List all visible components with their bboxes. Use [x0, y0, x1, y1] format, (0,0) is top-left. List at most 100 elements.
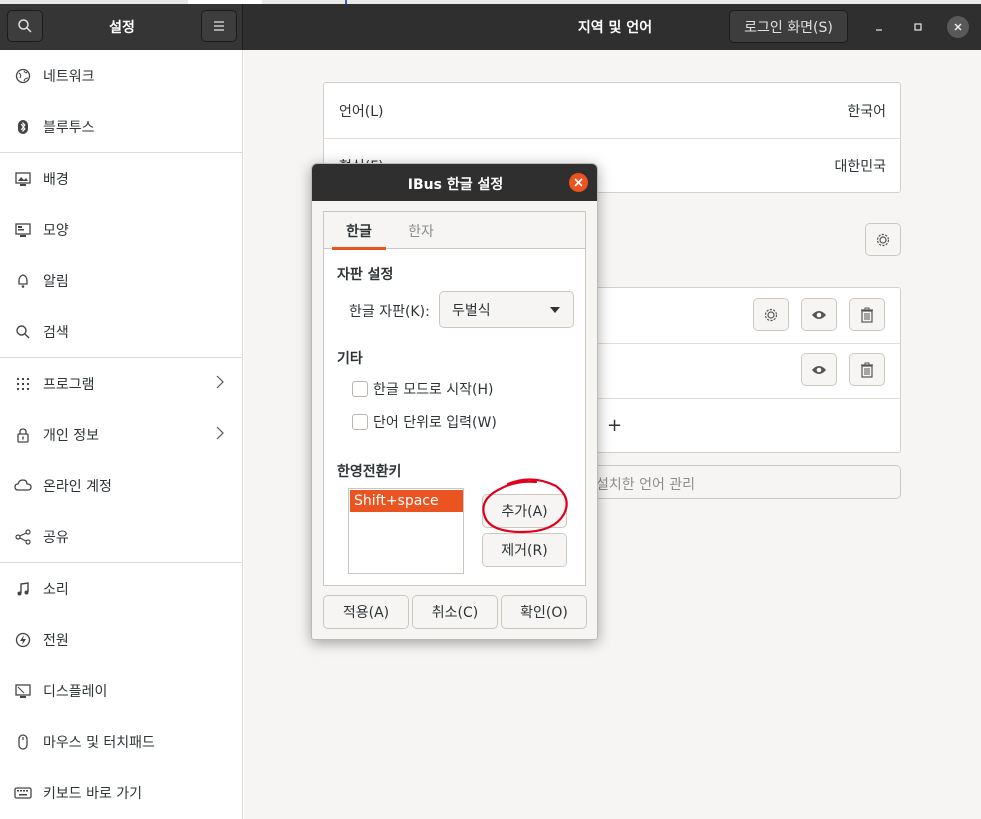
sidebar-item-mouse-touchpad[interactable]: 마우스 및 터치패드	[0, 716, 243, 767]
sidebar-item-notifications[interactable]: 알림	[0, 255, 243, 306]
trash-icon	[861, 362, 873, 378]
sidebar-item-label: 디스플레이	[43, 683, 108, 700]
toggle-key-list[interactable]: Shift+space	[348, 488, 464, 574]
tab-hangul[interactable]: 한글	[332, 212, 386, 250]
sidebar-item-bluetooth[interactable]: 블루투스	[0, 101, 243, 152]
dropdown-arrow-icon	[550, 307, 560, 313]
add-icon: +	[607, 415, 623, 436]
ok-button[interactable]: 확인(O)	[501, 595, 587, 629]
sidebar-item-privacy[interactable]: 개인 정보	[0, 409, 243, 460]
gear-icon	[876, 233, 890, 246]
background-icon	[14, 170, 32, 188]
sidebar-item-sound[interactable]: 소리	[0, 563, 243, 614]
remove-input-source-button[interactable]	[849, 353, 885, 386]
trash-icon	[861, 307, 873, 323]
start-hangul-mode-checkbox-row[interactable]: 한글 모드로 시작(H)	[352, 379, 494, 399]
share-icon	[14, 528, 32, 546]
cloud-icon	[14, 477, 32, 495]
display-icon	[14, 682, 32, 700]
etc-section-title: 기타	[337, 351, 363, 367]
language-label: 언어(L)	[339, 103, 384, 120]
sidebar-item-appearance[interactable]: 모양	[0, 204, 243, 255]
toggle-key-item-selected[interactable]: Shift+space	[350, 490, 463, 512]
maximize-icon	[914, 23, 922, 31]
power-icon	[14, 631, 32, 649]
sidebar-item-label: 네트워크	[43, 68, 95, 85]
search-icon	[18, 19, 32, 33]
sidebar-item-network[interactable]: 네트워크	[0, 50, 243, 101]
sidebar-item-label: 개인 정보	[43, 427, 99, 444]
dialog-title: IBus 한글 설정	[407, 177, 504, 193]
chevron-right-icon	[216, 375, 224, 393]
tab-hanja[interactable]: 한자	[394, 212, 448, 249]
word-unit-input-checkbox-row[interactable]: 단어 단위로 입력(W)	[352, 412, 497, 432]
music-note-icon	[14, 580, 32, 598]
sidebar-title: 설정	[109, 20, 135, 36]
keyboard-layout-section-title: 자판 설정	[337, 267, 394, 283]
sidebar-item-power[interactable]: 전원	[0, 614, 243, 665]
menu-button[interactable]	[201, 10, 237, 42]
apps-grid-icon	[14, 375, 32, 393]
close-window-button[interactable]	[947, 16, 969, 38]
preview-layout-button[interactable]	[801, 353, 837, 386]
lock-icon	[14, 426, 32, 444]
sidebar-item-search[interactable]: 검색	[0, 306, 243, 357]
page-title: 지역 및 언어	[577, 20, 653, 36]
sidebar-item-label: 마우스 및 터치패드	[43, 734, 155, 751]
search-button[interactable]	[7, 10, 43, 42]
sidebar-item-label: 검색	[43, 324, 69, 341]
apply-button[interactable]: 적용(A)	[323, 595, 409, 629]
bluetooth-icon	[14, 118, 32, 136]
network-icon	[14, 67, 32, 85]
word-unit-input-label: 단어 단위로 입력(W)	[373, 415, 497, 431]
input-source-settings-button[interactable]	[753, 298, 789, 331]
hangul-layout-label: 한글 자판(K):	[349, 304, 430, 320]
header-bar: 설정 지역 및 언어 로그인 화면(S)	[0, 4, 981, 50]
sidebar-item-displays[interactable]: 디스플레이	[0, 665, 243, 716]
sidebar-item-label: 전원	[43, 632, 69, 649]
sidebar-header: 설정	[0, 4, 243, 50]
sidebar-item-applications[interactable]: 프로그램	[0, 358, 243, 409]
add-toggle-key-button[interactable]: 추가(A)	[482, 494, 567, 528]
sidebar-item-label: 프로그램	[43, 376, 95, 393]
tab-bar: 한글 한자	[324, 212, 585, 250]
hangul-layout-combobox[interactable]: 두벌식	[439, 291, 574, 328]
appearance-icon	[14, 221, 32, 239]
preview-layout-button[interactable]	[801, 298, 837, 331]
settings-sidebar: 네트워크 블루투스 배경 모양 알림 검색 프로그램 개인 정보 온라인 계정 …	[0, 50, 243, 819]
sidebar-item-sharing[interactable]: 공유	[0, 511, 243, 562]
ibus-hangul-settings-dialog: IBus 한글 설정 한글 한자 자판 설정 한글 자판(K): 두벌식 기타 …	[311, 163, 598, 640]
start-hangul-mode-checkbox[interactable]	[352, 381, 368, 397]
remove-input-source-button[interactable]	[849, 298, 885, 331]
formats-value: 대한민국	[834, 158, 886, 175]
language-value: 한국어	[847, 103, 886, 120]
toggle-key-section-title: 한영전환키	[337, 464, 402, 480]
sidebar-item-label: 블루투스	[43, 119, 95, 136]
maximize-button[interactable]	[907, 16, 929, 38]
cancel-button[interactable]: 취소(C)	[412, 595, 498, 629]
input-source-options-button[interactable]	[865, 223, 901, 256]
mouse-icon	[14, 733, 32, 751]
word-unit-input-checkbox[interactable]	[352, 414, 368, 430]
start-hangul-mode-label: 한글 모드로 시작(H)	[373, 382, 494, 398]
dialog-close-button[interactable]	[569, 173, 588, 192]
eye-icon	[812, 310, 826, 319]
login-screen-button[interactable]: 로그인 화면(S)	[729, 10, 848, 43]
chevron-right-icon	[216, 426, 224, 444]
sidebar-item-label: 배경	[43, 171, 69, 188]
sidebar-item-label: 알림	[43, 273, 69, 290]
sidebar-item-background[interactable]: 배경	[0, 153, 243, 204]
sidebar-item-label: 소리	[43, 581, 69, 598]
eye-icon	[812, 365, 826, 374]
remove-toggle-key-button[interactable]: 제거(R)	[482, 533, 567, 567]
sidebar-item-online-accounts[interactable]: 온라인 계정	[0, 460, 243, 511]
close-icon	[574, 178, 583, 187]
language-row[interactable]: 언어(L) 한국어	[324, 83, 900, 138]
sidebar-item-keyboard-shortcuts[interactable]: 키보드 바로 가기	[0, 767, 243, 818]
minimize-button[interactable]	[868, 16, 890, 38]
close-icon	[954, 23, 962, 31]
gear-icon	[764, 308, 778, 321]
sidebar-item-label: 온라인 계정	[43, 478, 112, 495]
search-icon	[14, 323, 32, 341]
minimize-icon	[876, 29, 882, 31]
